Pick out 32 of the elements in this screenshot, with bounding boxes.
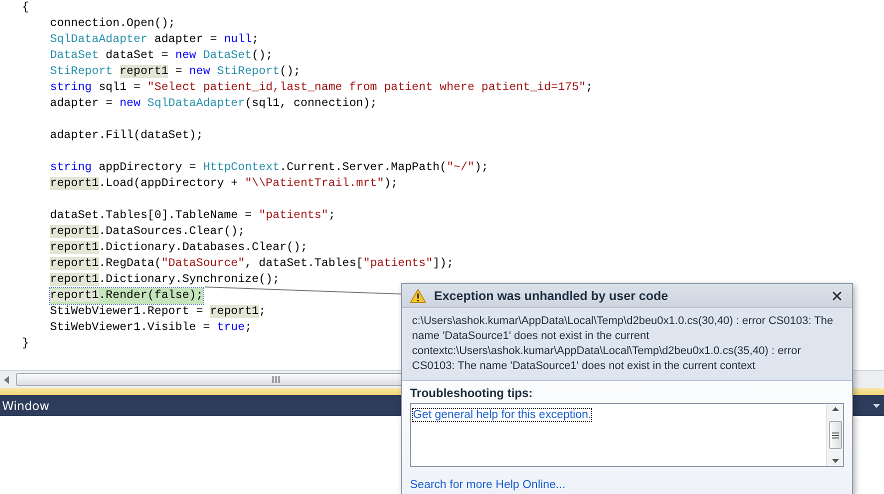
code-line: } — [22, 336, 29, 352]
code-line: report1.Load(appDirectory + "\\PatientTrail.mrt"); — [50, 176, 398, 192]
code-line: report1.Dictionary.Databases.Clear(); — [50, 240, 308, 256]
code-line: StiReport report1 = new StiReport(); — [50, 64, 300, 80]
section-heading: Troubleshooting tips: — [410, 386, 534, 400]
dropdown-caret-icon[interactable] — [873, 404, 880, 408]
grip-icon — [272, 376, 280, 383]
code-line: StiWebViewer1.Visible = true; — [50, 320, 252, 336]
code-line: { — [22, 0, 29, 16]
panel-title: Window — [2, 398, 50, 412]
dialog-title: Exception was unhandled by user code — [434, 288, 670, 302]
scroll-up-arrow-icon[interactable] — [832, 407, 838, 411]
code-line: string sql1 = "Select patient_id,last_name from patient where patient_id=175"; — [50, 80, 593, 96]
code-line: StiWebViewer1.Report = report1; — [50, 304, 266, 320]
code-line: string appDirectory = HttpContext.Current.Server.MapPath("~/"); — [50, 160, 488, 176]
scrollbar-thumb[interactable] — [828, 421, 842, 449]
help-online-link[interactable]: Search for more Help Online... — [410, 479, 566, 491]
code-line: dataSet.Tables[0].TableName = "patients"; — [50, 208, 336, 224]
code-line: DataSet dataSet = new DataSet(); — [50, 48, 273, 64]
warning-icon — [410, 288, 426, 302]
scroll-down-arrow-icon[interactable] — [832, 459, 838, 463]
code-line: connection.Open(); — [50, 16, 176, 32]
scroll-left-arrow-icon[interactable] — [4, 376, 10, 384]
code-line: report1.DataSources.Clear(); — [50, 224, 245, 240]
code-line: SqlDataAdapter adapter = null; — [50, 32, 259, 48]
code-line: adapter.Fill(dataSet); — [50, 128, 204, 144]
code-line: adapter = new SqlDataAdapter(sql1, connection); — [50, 96, 378, 112]
vertical-scrollbar[interactable] — [826, 404, 843, 466]
code-line: report1.RegData("DataSource", dataSet.Tables["patients"]); — [50, 256, 454, 272]
grip-icon — [832, 432, 838, 438]
help-link[interactable]: Get general help for this exception. — [413, 409, 592, 421]
code-line: report1.Dictionary.Synchronize(); — [50, 272, 280, 288]
